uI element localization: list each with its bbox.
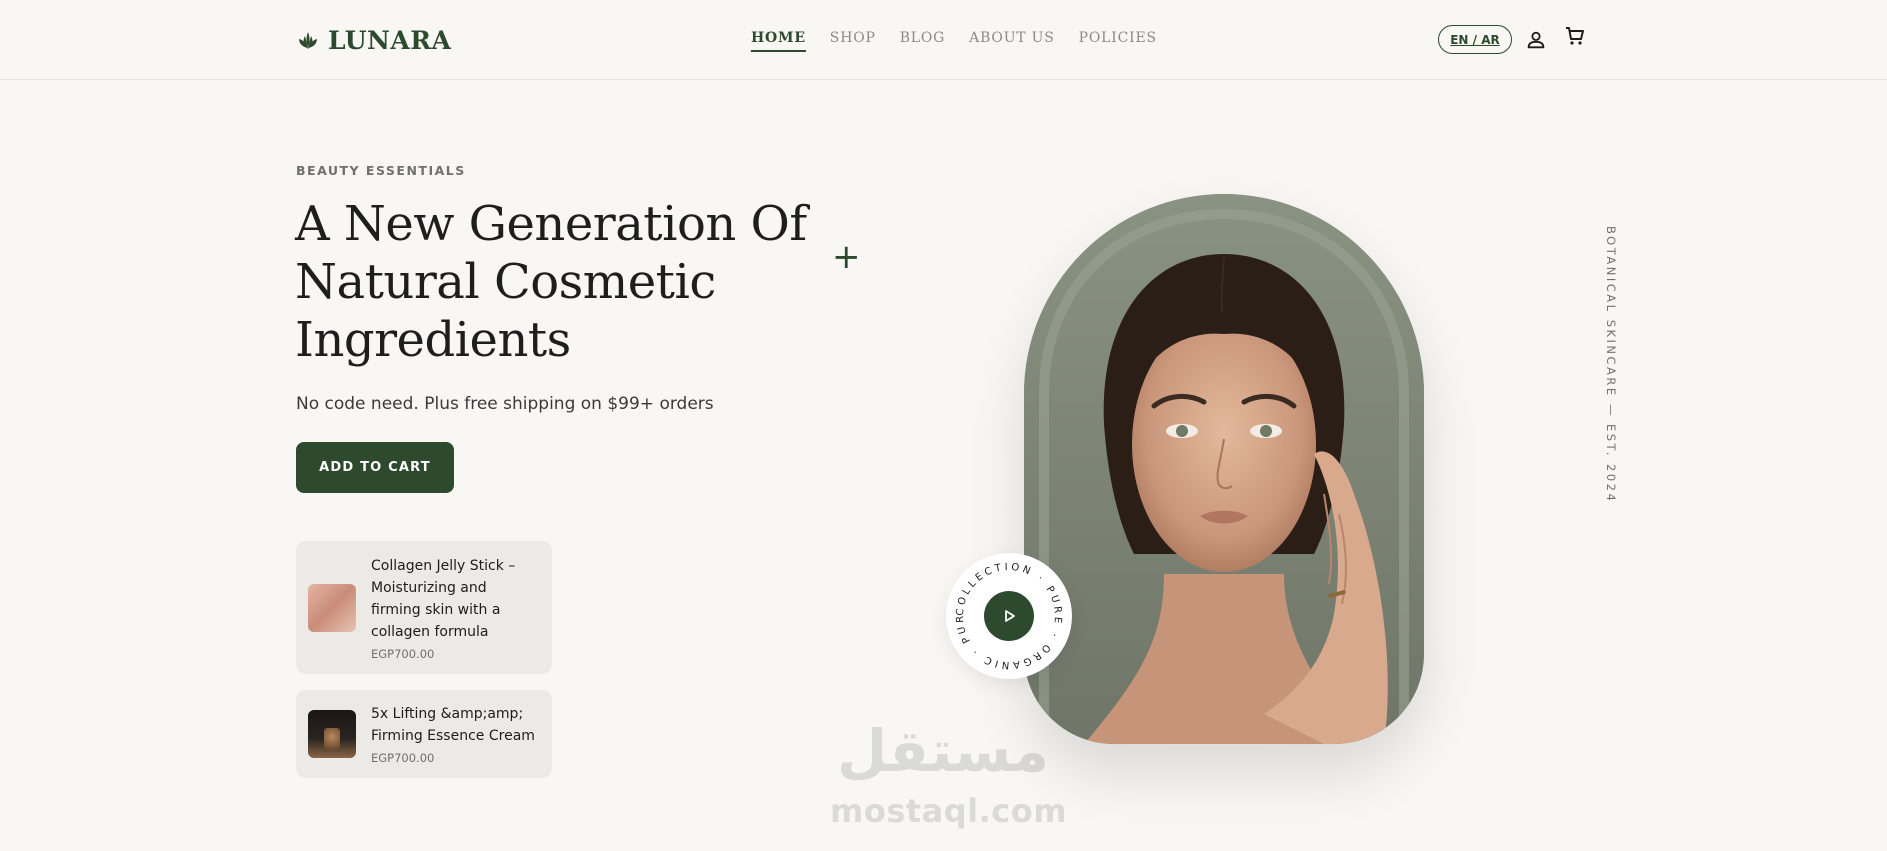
nav-policies[interactable]: POLICIES	[1079, 30, 1157, 52]
headline-line-3: Ingredients	[295, 312, 571, 368]
vertical-brand-label: BOTANICAL SKINCARE — EST. 2024	[1604, 226, 1618, 504]
product-thumbnail	[308, 710, 356, 758]
nav-shop[interactable]: SHOP	[830, 30, 876, 52]
shopping-cart-icon[interactable]	[1563, 24, 1587, 48]
hero-eyebrow: BEAUTY ESSENTIALS	[296, 163, 466, 178]
brand-logo[interactable]: LUNARA	[296, 24, 451, 56]
product-title: 5x Lifting &amp;amp; Firming Essence Cre…	[371, 706, 535, 744]
product-title: Collagen Jelly Stick – Moisturizing and …	[371, 557, 516, 640]
language-toggle-button[interactable]: EN / AR	[1438, 25, 1512, 54]
watermark-latin: mostaql.com	[830, 792, 1068, 830]
brand-name: LUNARA	[328, 25, 452, 55]
play-icon	[1005, 610, 1015, 622]
model-portrait-illustration	[1024, 194, 1424, 744]
plus-icon: +	[832, 237, 861, 277]
hero-model-image	[1024, 194, 1424, 744]
play-video-button[interactable]	[984, 591, 1034, 641]
product-thumbnail	[308, 583, 356, 632]
watermark-arabic: مستقل	[836, 717, 1050, 785]
product-card[interactable]: 5x Lifting &amp;amp; Firming Essence Cre…	[296, 690, 552, 778]
add-to-cart-button[interactable]: ADD TO CART	[296, 442, 454, 493]
site-header: LUNARA HOME SHOP BLOG ABOUT US POLICIES …	[0, 0, 1887, 80]
nav-blog[interactable]: BLOG	[900, 30, 945, 52]
user-account-icon[interactable]	[1525, 29, 1547, 51]
headline-line-2: Natural Cosmetic	[295, 254, 716, 310]
main-nav: HOME SHOP BLOG ABOUT US POLICIES	[751, 30, 1157, 52]
leaf-logo-icon	[299, 32, 317, 49]
headline-line-1: A New Generation Of	[295, 196, 807, 252]
nav-home[interactable]: HOME	[751, 30, 806, 52]
hero-subline: No code need. Plus free shipping on $99+…	[296, 394, 714, 414]
hero-headline: A New Generation Of Natural Cosmetic Ing…	[295, 195, 815, 369]
product-price: EGP700.00	[371, 751, 435, 765]
nav-about-us[interactable]: ABOUT US	[969, 30, 1055, 52]
product-price: EGP700.00	[371, 646, 435, 661]
product-card[interactable]: Collagen Jelly Stick – Moisturizing and …	[296, 541, 552, 674]
